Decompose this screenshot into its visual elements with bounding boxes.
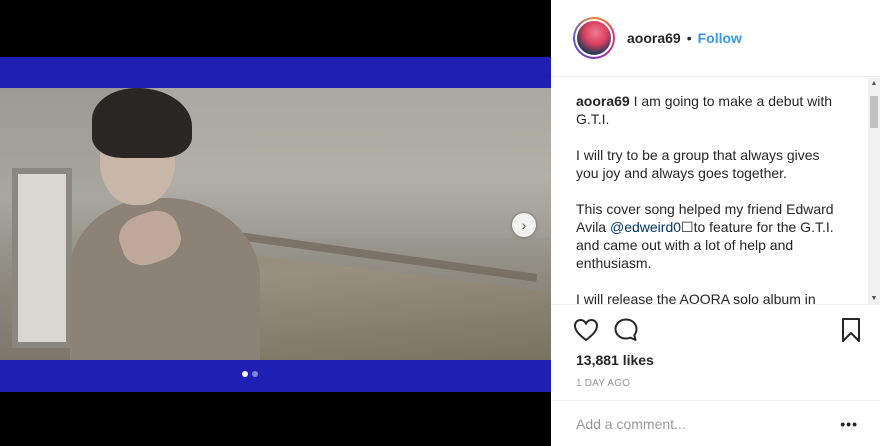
post-actions: 13,881 likes 1 DAY AGO (551, 304, 880, 404)
scroll-down-icon[interactable]: ▼ (870, 295, 878, 302)
hair (92, 88, 192, 158)
caption-paragraph: aoora69 I am going to make a debut with … (576, 93, 833, 127)
caption-paragraph: This cover song helped my friend Edward … (576, 201, 834, 271)
caption-scroll-area[interactable]: aoora69 I am going to make a debut with … (551, 78, 880, 304)
caption-paragraph: I will release the AOORA solo album in J… (576, 291, 816, 304)
carousel-dots (242, 371, 258, 377)
video-frame[interactable] (0, 88, 551, 360)
caption-paragraph: I will try to be a group that always giv… (576, 147, 820, 181)
person-figure (70, 88, 260, 360)
post-header: aoora69 • Follow (551, 0, 880, 77)
mention-link[interactable]: @edweird0 (610, 219, 681, 235)
avatar-ring[interactable] (573, 17, 615, 59)
comment-input[interactable]: Add a comment... (576, 416, 840, 432)
background-window (12, 168, 72, 348)
carousel-dot-active (242, 371, 248, 377)
avatar (575, 19, 613, 57)
post-media: › (0, 0, 551, 446)
separator-dot: • (686, 30, 692, 46)
letterbox-top (0, 57, 551, 88)
like-button[interactable] (573, 317, 599, 343)
scroll-up-icon[interactable]: ▲ (870, 80, 878, 87)
post-timestamp[interactable]: 1 DAY AGO (576, 378, 630, 389)
post-side-panel: aoora69 • Follow aoora69 I am going to m… (551, 0, 880, 446)
save-button[interactable] (838, 317, 864, 343)
heart-icon (573, 318, 599, 342)
caption-username[interactable]: aoora69 (576, 93, 630, 109)
likes-count[interactable]: 13,881 likes (576, 352, 654, 368)
carousel-next-button[interactable]: › (512, 213, 536, 237)
caption: aoora69 I am going to make a debut with … (551, 78, 880, 304)
comment-button[interactable] (613, 317, 639, 343)
username-link[interactable]: aoora69 (627, 30, 681, 46)
carousel-dot (252, 371, 258, 377)
more-options-icon[interactable]: ••• (840, 416, 858, 432)
comment-bar: Add a comment... ••• (551, 400, 880, 446)
scroll-thumb[interactable] (870, 96, 878, 128)
chevron-right-icon: › (521, 217, 527, 233)
caption-scrollbar[interactable]: ▲ ▼ (868, 78, 880, 304)
follow-button[interactable]: Follow (698, 30, 742, 46)
comment-icon (614, 318, 638, 341)
letterbox-bottom (0, 360, 551, 392)
bookmark-icon (842, 318, 860, 342)
